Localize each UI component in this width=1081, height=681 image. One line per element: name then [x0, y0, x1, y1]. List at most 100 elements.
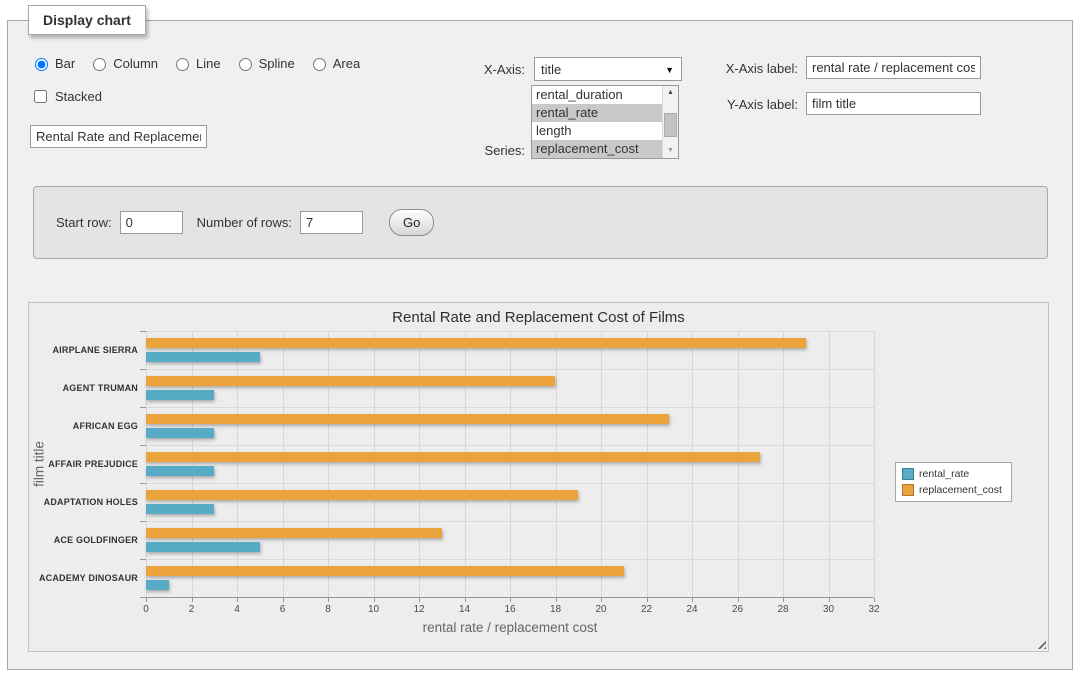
- x-axis-tick-label: 16: [495, 604, 525, 615]
- x-axis-tick: [328, 598, 329, 602]
- gridline-vertical: [146, 331, 147, 597]
- number-of-rows-input[interactable]: [300, 211, 363, 234]
- chart-type-radio-bar[interactable]: [35, 58, 48, 71]
- bar-rental_rate: [146, 580, 169, 590]
- pager-panel: Start row: Number of rows: Go: [33, 186, 1048, 259]
- stacked-label: Stacked: [55, 89, 102, 104]
- scroll-up-icon[interactable]: ▲: [663, 86, 678, 100]
- bar-rental_rate: [146, 466, 214, 476]
- chart-type-radio-line[interactable]: [176, 58, 189, 71]
- series-listbox[interactable]: rental_durationrental_ratelengthreplacem…: [531, 85, 679, 159]
- x-axis-tick-label: 30: [814, 604, 844, 615]
- stacked-checkbox-row: Stacked: [30, 87, 102, 106]
- series-option-length[interactable]: length: [532, 122, 662, 140]
- resize-grip[interactable]: [1035, 638, 1046, 649]
- x-axis-tick-label: 8: [313, 604, 343, 615]
- x-axis-label-input[interactable]: [806, 56, 981, 79]
- chart-type-radios: BarColumnLineSplineArea: [30, 55, 360, 71]
- x-axis-tick-label: 24: [677, 604, 707, 615]
- series-option-rental_duration[interactable]: rental_duration: [532, 86, 662, 104]
- gridline-vertical: [192, 331, 193, 597]
- x-axis-tick: [510, 598, 511, 602]
- bar-rental_rate: [146, 504, 214, 514]
- chart-type-radio-column[interactable]: [93, 58, 106, 71]
- bar-replacement_cost: [146, 338, 806, 348]
- x-axis-tick-label: 10: [359, 604, 389, 615]
- legend-swatch-icon: [902, 468, 914, 480]
- gridline-vertical: [647, 331, 648, 597]
- series-select-label: Series:: [430, 143, 525, 158]
- chart-type-label: Column: [113, 56, 158, 71]
- x-axis-select-label: X-Axis:: [430, 62, 525, 77]
- chart-type-label: Spline: [259, 56, 295, 71]
- x-axis-tick: [783, 598, 784, 602]
- gridline-vertical: [283, 331, 284, 597]
- chart-plot-area: 02468101214161820222426283032AIRPLANE SI…: [146, 331, 874, 597]
- series-option-rental_rate[interactable]: rental_rate: [532, 104, 662, 122]
- chart-type-option-spline: Spline: [234, 55, 295, 71]
- chart-title-input[interactable]: [30, 125, 207, 148]
- x-axis-tick-label: 12: [404, 604, 434, 615]
- gridline-vertical: [738, 331, 739, 597]
- bar-rental_rate: [146, 428, 214, 438]
- bar-rental_rate: [146, 352, 260, 362]
- x-axis-tick: [237, 598, 238, 602]
- x-axis-tick: [692, 598, 693, 602]
- gridline-vertical: [419, 331, 420, 597]
- series-scrollbar[interactable]: ▲ ▼: [662, 86, 678, 158]
- legend-entry-replacement_cost[interactable]: replacement_cost: [902, 484, 1002, 496]
- chart-type-radio-area[interactable]: [313, 58, 326, 71]
- gridline-vertical: [374, 331, 375, 597]
- chart-legend: rental_rate replacement_cost: [895, 462, 1012, 502]
- category-label: AFRICAN EGG: [32, 421, 138, 431]
- category-label: ACADEMY DINOSAUR: [32, 573, 138, 583]
- bar-replacement_cost: [146, 490, 578, 500]
- chart-container: Rental Rate and Replacement Cost of Film…: [28, 302, 1049, 652]
- series-option-replacement_cost[interactable]: replacement_cost: [532, 140, 662, 158]
- y-axis-label-label: Y-Axis label:: [700, 97, 798, 112]
- gridline-vertical: [465, 331, 466, 597]
- x-axis-selected-value: title: [541, 62, 561, 77]
- go-button[interactable]: Go: [389, 209, 434, 236]
- x-axis-tick-label: 2: [177, 604, 207, 615]
- x-axis-tick: [829, 598, 830, 602]
- gridline-vertical: [692, 331, 693, 597]
- bar-replacement_cost: [146, 528, 442, 538]
- scroll-down-icon[interactable]: ▼: [663, 144, 678, 158]
- start-row-input[interactable]: [120, 211, 183, 234]
- gridline-vertical: [237, 331, 238, 597]
- y-axis-label-input[interactable]: [806, 92, 981, 115]
- legend-swatch-icon: [902, 484, 914, 496]
- chart-type-radio-spline[interactable]: [239, 58, 252, 71]
- x-axis-tick: [374, 598, 375, 602]
- gridline-vertical: [829, 331, 830, 597]
- chart-type-option-column: Column: [88, 55, 158, 71]
- category-label: ADAPTATION HOLES: [32, 497, 138, 507]
- x-axis-line: [140, 597, 874, 598]
- x-axis-tick-label: 28: [768, 604, 798, 615]
- chart-type-label: Area: [333, 56, 360, 71]
- gridline-vertical: [601, 331, 602, 597]
- x-axis-select[interactable]: title ▼: [534, 57, 682, 81]
- x-axis-tick: [601, 598, 602, 602]
- legend-label: replacement_cost: [919, 484, 1002, 496]
- stacked-checkbox[interactable]: [34, 90, 47, 103]
- category-label: AIRPLANE SIERRA: [32, 345, 138, 355]
- category-label: AFFAIR PREJUDICE: [32, 459, 138, 469]
- legend-entry-rental_rate[interactable]: rental_rate: [902, 468, 1002, 480]
- number-of-rows-label: Number of rows:: [197, 215, 292, 230]
- x-axis-title: rental rate / replacement cost: [146, 620, 874, 635]
- start-row-label: Start row:: [56, 215, 112, 230]
- gridline-vertical: [783, 331, 784, 597]
- scroll-thumb[interactable]: [664, 113, 677, 137]
- bar-replacement_cost: [146, 452, 760, 462]
- x-axis-tick-label: 32: [859, 604, 889, 615]
- gridline-vertical: [874, 331, 875, 597]
- gridline-vertical: [556, 331, 557, 597]
- x-axis-tick-label: 4: [222, 604, 252, 615]
- bar-rental_rate: [146, 542, 260, 552]
- dropdown-arrow-icon: ▼: [665, 65, 674, 75]
- x-axis-tick-label: 22: [632, 604, 662, 615]
- x-axis-tick: [556, 598, 557, 602]
- x-axis-tick: [192, 598, 193, 602]
